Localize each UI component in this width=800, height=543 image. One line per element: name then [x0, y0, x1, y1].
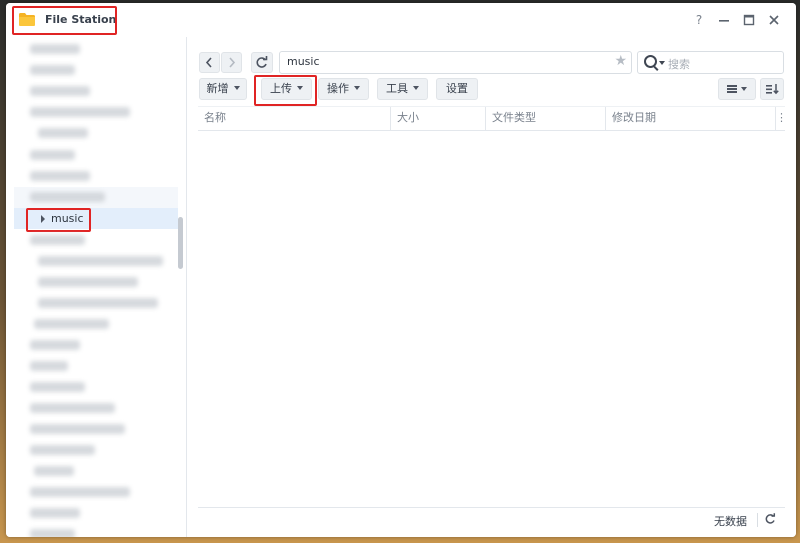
tree-item[interactable] — [14, 398, 178, 419]
tree-item[interactable] — [14, 251, 178, 272]
search-icon — [644, 55, 657, 68]
search-input[interactable]: 搜索 — [637, 51, 784, 74]
refresh-list-icon[interactable] — [763, 511, 777, 531]
forward-icon — [229, 57, 236, 68]
forward-button[interactable] — [221, 52, 242, 73]
search-dropdown-icon[interactable] — [659, 61, 665, 65]
tree-item[interactable] — [14, 314, 178, 335]
tree-item[interactable] — [14, 419, 178, 440]
status-bar: 无数据 — [198, 507, 785, 532]
chevron-down-icon — [297, 86, 303, 90]
maximize-icon[interactable] — [741, 12, 757, 28]
folder-tree-sidebar: music — [6, 37, 187, 537]
tree-item[interactable] — [14, 145, 178, 166]
file-list-panel: music ★ 搜索 新增 上传 操作 工具 设置 名称 大小 文件类型 修改日… — [187, 37, 796, 537]
tree-item[interactable] — [14, 377, 178, 398]
search-placeholder: 搜索 — [668, 58, 690, 71]
column-size[interactable]: 大小 — [390, 107, 485, 130]
file-station-window: File Station ? music music ★ 搜索 新增 上传 操作… — [6, 3, 796, 537]
tree-item[interactable] — [14, 293, 178, 314]
create-button-label: 新增 — [206, 82, 229, 95]
close-icon[interactable] — [766, 12, 782, 28]
tree-item[interactable] — [14, 335, 178, 356]
chevron-down-icon — [233, 86, 240, 90]
tree-item[interactable] — [14, 230, 178, 251]
tree-item[interactable] — [14, 39, 178, 60]
sidebar-scrollbar[interactable] — [178, 217, 183, 269]
tree-item[interactable] — [14, 356, 178, 377]
file-table-header: 名称 大小 文件类型 修改日期 ⋮ — [198, 106, 787, 131]
tree-item[interactable] — [14, 166, 178, 187]
action-button-label: 操作 — [327, 82, 349, 95]
column-type[interactable]: 文件类型 — [485, 107, 605, 130]
window-title: File Station — [45, 13, 117, 26]
settings-button[interactable]: 设置 — [436, 78, 478, 100]
chevron-down-icon — [741, 87, 747, 91]
column-modified[interactable]: 修改日期 — [605, 107, 775, 130]
minimize-icon[interactable] — [716, 12, 732, 28]
tree-item-label: music — [51, 212, 84, 225]
tree-item[interactable] — [14, 60, 178, 81]
tree-item[interactable] — [14, 123, 178, 144]
tree-item[interactable] — [14, 503, 178, 524]
expand-caret-icon[interactable] — [41, 215, 45, 223]
column-name[interactable]: 名称 — [198, 107, 390, 130]
create-button[interactable]: 新增 — [199, 78, 247, 100]
path-input[interactable]: music ★ — [279, 51, 632, 74]
tree-item[interactable] — [14, 81, 178, 102]
tree-item[interactable] — [14, 524, 178, 537]
status-text: 无数据 — [714, 515, 747, 528]
column-options-icon[interactable]: ⋮ — [775, 107, 787, 130]
tree-item-music[interactable]: music — [14, 208, 178, 229]
list-view-icon — [727, 85, 737, 93]
sort-button[interactable] — [760, 78, 784, 100]
folder-icon — [19, 13, 35, 26]
refresh-button[interactable] — [251, 52, 273, 73]
tree-item[interactable] — [14, 461, 178, 482]
chevron-down-icon — [354, 86, 360, 90]
refresh-icon — [256, 56, 268, 68]
status-divider — [757, 513, 758, 527]
action-button[interactable]: 操作 — [318, 78, 369, 100]
chevron-down-icon — [413, 86, 419, 90]
title-bar: File Station ? — [6, 3, 796, 37]
back-button[interactable] — [199, 52, 220, 73]
tree-item[interactable] — [14, 102, 178, 123]
back-icon — [205, 57, 212, 68]
tree-item[interactable] — [14, 187, 178, 208]
help-icon[interactable]: ? — [691, 12, 707, 28]
tree-item[interactable] — [14, 482, 178, 503]
upload-button-label: 上传 — [270, 82, 292, 95]
settings-button-label: 设置 — [446, 82, 468, 95]
tools-button[interactable]: 工具 — [377, 78, 428, 100]
tools-button-label: 工具 — [386, 82, 408, 95]
path-text: music — [287, 55, 320, 68]
tree-item[interactable] — [14, 272, 178, 293]
view-mode-button[interactable] — [718, 78, 756, 100]
sort-icon — [766, 84, 779, 95]
tree-item[interactable] — [14, 440, 178, 461]
star-icon[interactable]: ★ — [614, 53, 627, 69]
upload-button[interactable]: 上传 — [261, 78, 312, 100]
